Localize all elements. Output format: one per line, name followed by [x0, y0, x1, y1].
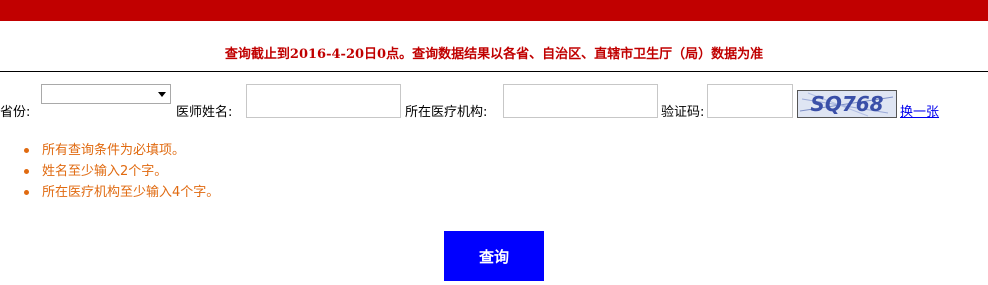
- bullet-dot-icon: [24, 190, 29, 195]
- list-item: 所有查询条件为必填项。: [22, 141, 219, 162]
- query-notice: 查询截止到2016-4-20日0点。查询数据结果以各省、自治区、直辖市卫生厅（局…: [224, 47, 764, 62]
- institution-input[interactable]: [503, 84, 658, 118]
- captcha-label: 验证码:: [661, 105, 705, 120]
- chevron-down-icon: [158, 92, 166, 97]
- list-item: 所在医疗机构至少输入4个字。: [22, 183, 219, 204]
- bullet-dot-icon: [24, 169, 29, 174]
- tip-text: 姓名至少输入2个字。: [42, 164, 168, 179]
- province-select[interactable]: [41, 84, 171, 104]
- doctor-name-input[interactable]: [246, 84, 401, 118]
- institution-label: 所在医疗机构:: [405, 105, 488, 120]
- requirements-list: 所有查询条件为必填项。 姓名至少输入2个字。 所在医疗机构至少输入4个字。: [22, 141, 219, 204]
- captcha-input[interactable]: [707, 84, 793, 118]
- header-divider: [0, 71, 988, 72]
- list-item: 姓名至少输入2个字。: [22, 162, 219, 183]
- top-banner-bar: [0, 0, 988, 21]
- captcha-image[interactable]: SQ768: [797, 90, 897, 118]
- search-button[interactable]: 查询: [444, 231, 544, 281]
- province-label: 省份:: [0, 105, 31, 120]
- captcha-text: SQ768: [810, 92, 883, 116]
- refresh-captcha-link[interactable]: 换一张: [900, 101, 939, 120]
- captcha-graphic: SQ768: [798, 91, 896, 117]
- tip-text: 所在医疗机构至少输入4个字。: [42, 185, 220, 200]
- tip-text: 所有查询条件为必填项。: [42, 143, 186, 158]
- bullet-dot-icon: [24, 148, 29, 153]
- doctor-name-label: 医师姓名:: [176, 105, 233, 120]
